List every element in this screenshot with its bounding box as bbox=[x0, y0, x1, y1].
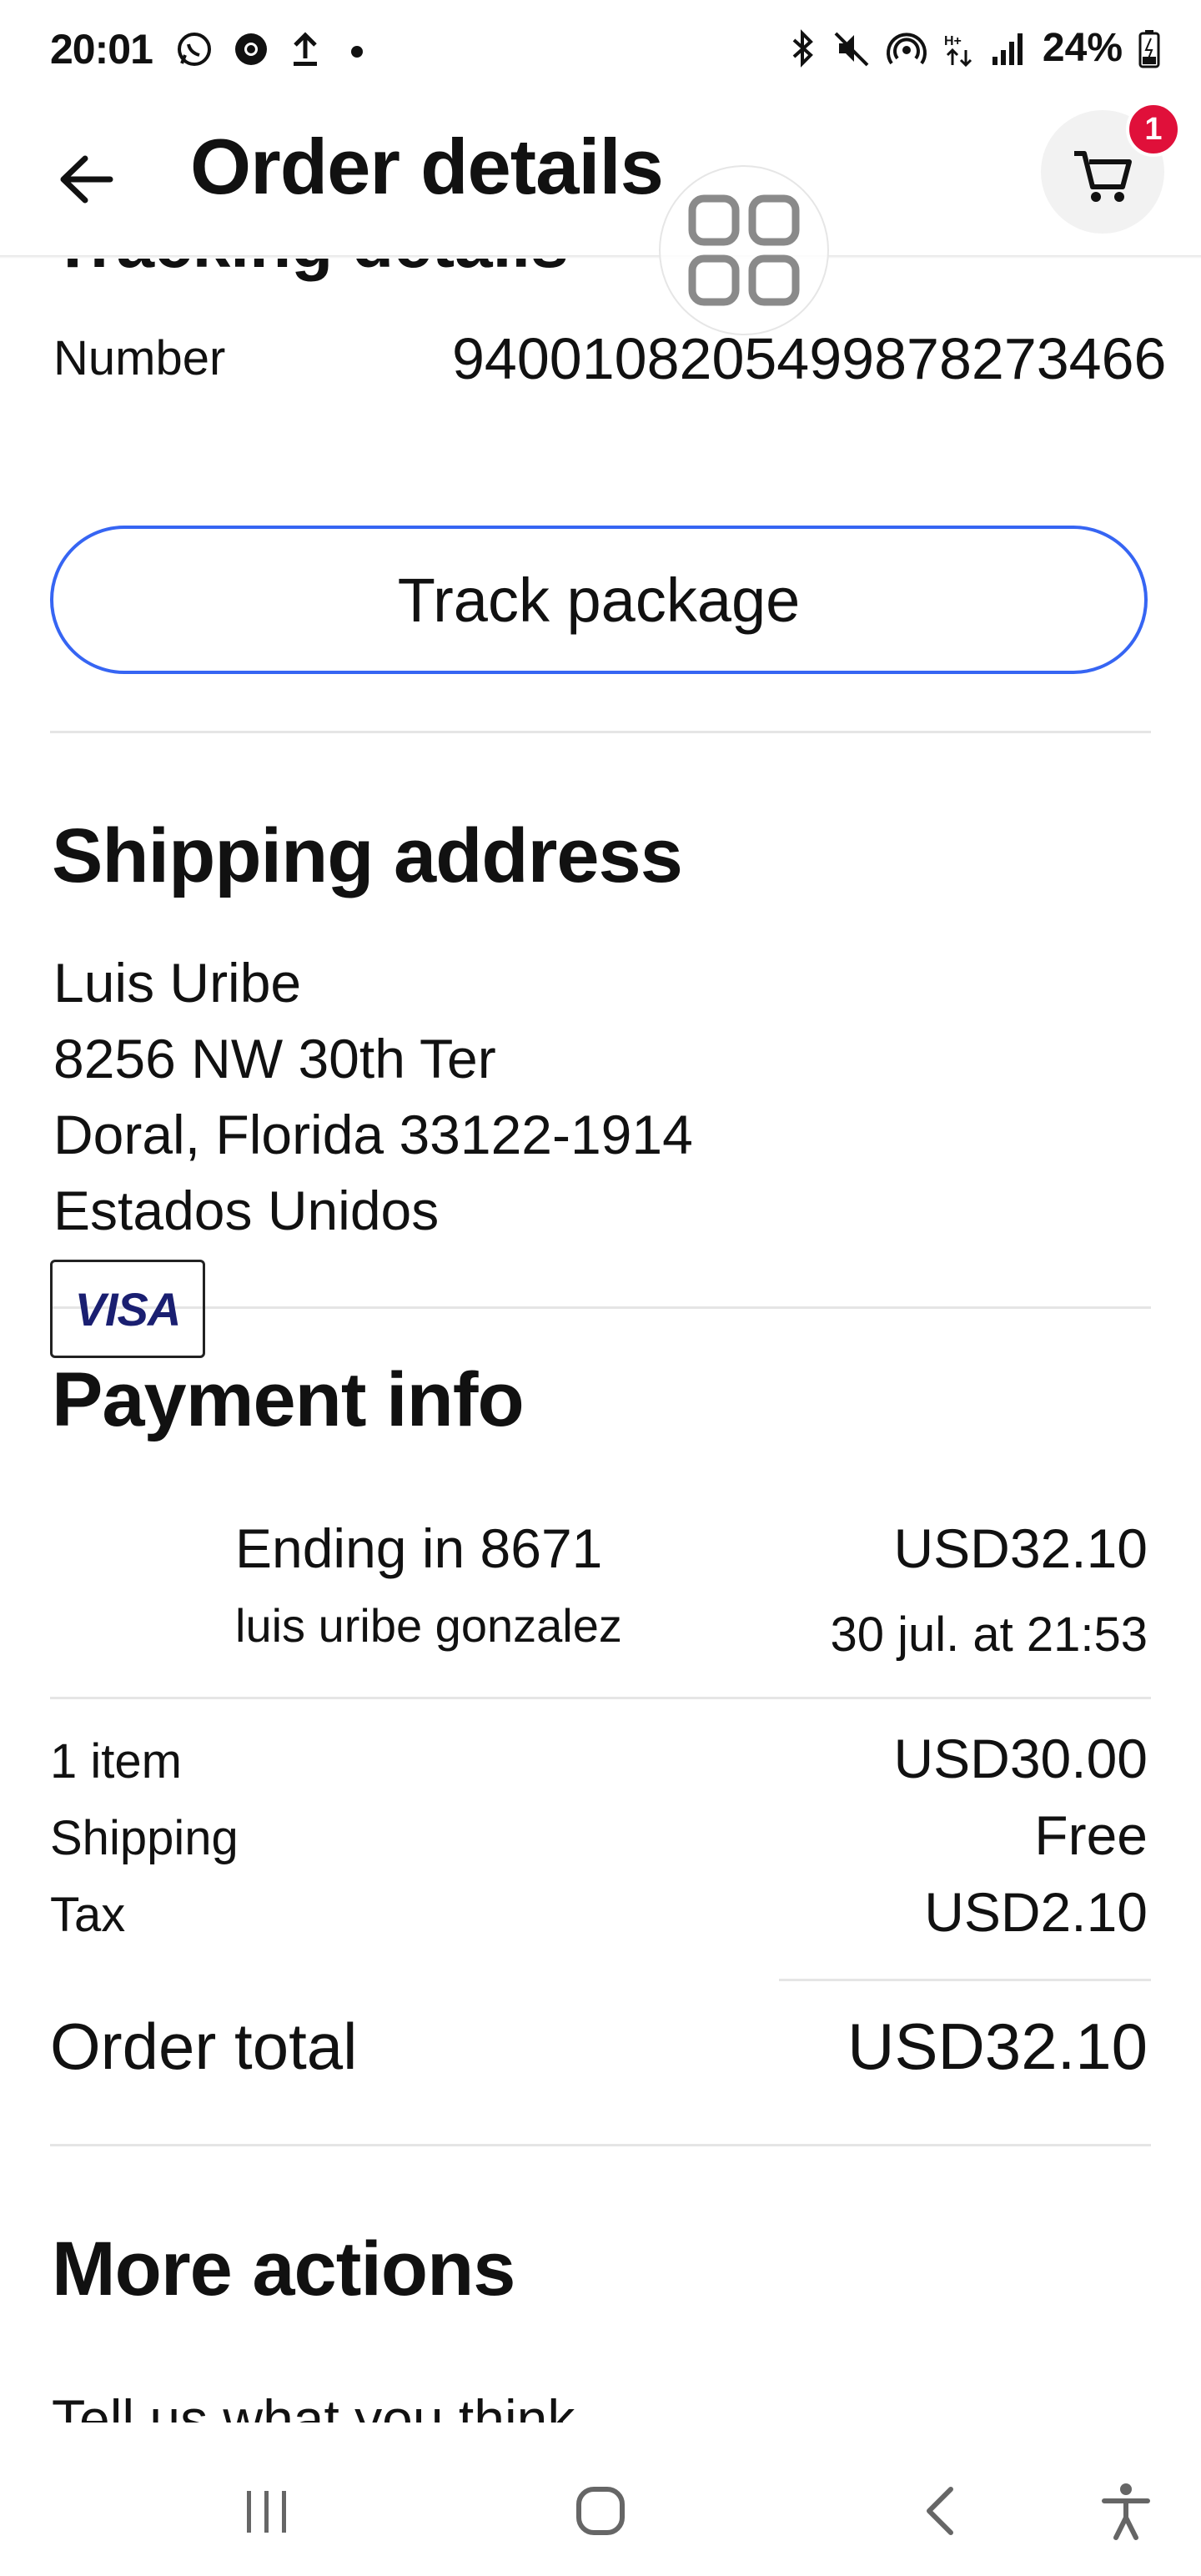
summary-shipping-label: Shipping bbox=[50, 1811, 239, 1865]
summary-items-value: USD30.00 bbox=[893, 1728, 1148, 1789]
home-icon[interactable] bbox=[567, 2478, 634, 2544]
chrome-icon bbox=[235, 33, 267, 65]
header-shadow bbox=[0, 255, 1201, 259]
divider bbox=[50, 1306, 1151, 1309]
bluetooth-icon bbox=[792, 28, 813, 68]
more-actions-heading: More actions bbox=[52, 2226, 515, 2312]
data-arrows-icon: H+ bbox=[944, 34, 972, 67]
status-system-icons: H+ 24% bbox=[787, 25, 1161, 71]
back-arrow-icon[interactable] bbox=[50, 142, 125, 217]
tracking-number-label: Number bbox=[53, 331, 226, 385]
cart-badge: 1 bbox=[1126, 102, 1181, 157]
status-notification-icons bbox=[175, 30, 374, 68]
order-total-label: Order total bbox=[50, 2010, 358, 2083]
card-brand: VISA bbox=[74, 1282, 182, 1336]
divider bbox=[50, 2144, 1151, 2146]
visa-card-logo: VISA bbox=[50, 1260, 205, 1358]
payment-amount: USD32.10 bbox=[893, 1517, 1148, 1579]
app-header: Order details 1 bbox=[0, 100, 1201, 259]
recent-apps-icon[interactable] bbox=[234, 2478, 300, 2544]
accessibility-icon[interactable] bbox=[1093, 2478, 1159, 2544]
summary-shipping-value: Free bbox=[1034, 1804, 1148, 1866]
tell-us-link[interactable]: Tell us what you think bbox=[52, 2386, 575, 2423]
track-package-button[interactable]: Track package bbox=[50, 526, 1148, 674]
payment-date: 30 jul. at 21:53 bbox=[830, 1607, 1148, 1662]
summary-tax-label: Tax bbox=[50, 1888, 126, 1942]
floating-apps-button[interactable] bbox=[659, 165, 829, 335]
address-street: 8256 NW 30th Ter bbox=[53, 1028, 496, 1089]
hotspot-icon bbox=[887, 32, 927, 64]
upload-icon bbox=[294, 32, 317, 66]
shipping-address-heading: Shipping address bbox=[52, 813, 683, 898]
summary-tax-value: USD2.10 bbox=[924, 1881, 1148, 1943]
mute-icon bbox=[834, 32, 869, 66]
divider bbox=[50, 731, 1151, 733]
grid-icon bbox=[688, 194, 800, 306]
system-navigation-bar bbox=[0, 2436, 1201, 2576]
svg-text:H+: H+ bbox=[944, 34, 962, 48]
order-total-value: USD32.10 bbox=[847, 2010, 1148, 2083]
payment-info-heading: Payment info bbox=[52, 1357, 525, 1442]
address-name: Luis Uribe bbox=[53, 952, 302, 1014]
status-bar: 20:01 H+ 24% bbox=[0, 0, 1201, 100]
status-time: 20:01 bbox=[50, 26, 153, 73]
dot-icon bbox=[351, 46, 363, 58]
card-holder: luis uribe gonzalez bbox=[235, 1599, 622, 1652]
card-ending: Ending in 8671 bbox=[235, 1517, 603, 1579]
whatsapp-icon bbox=[178, 33, 211, 66]
signal-icon bbox=[992, 33, 1023, 65]
battery-icon bbox=[1138, 29, 1160, 68]
page-title: Order details bbox=[190, 123, 664, 210]
address-city: Doral, Florida 33122-1914 bbox=[53, 1104, 693, 1165]
summary-items-label: 1 item bbox=[50, 1734, 182, 1789]
address-country: Estados Unidos bbox=[53, 1180, 440, 1241]
back-nav-icon[interactable] bbox=[907, 2478, 974, 2544]
total-divider bbox=[779, 1979, 1151, 1981]
divider bbox=[50, 1697, 1151, 1699]
battery-percent: 24% bbox=[1042, 26, 1123, 70]
